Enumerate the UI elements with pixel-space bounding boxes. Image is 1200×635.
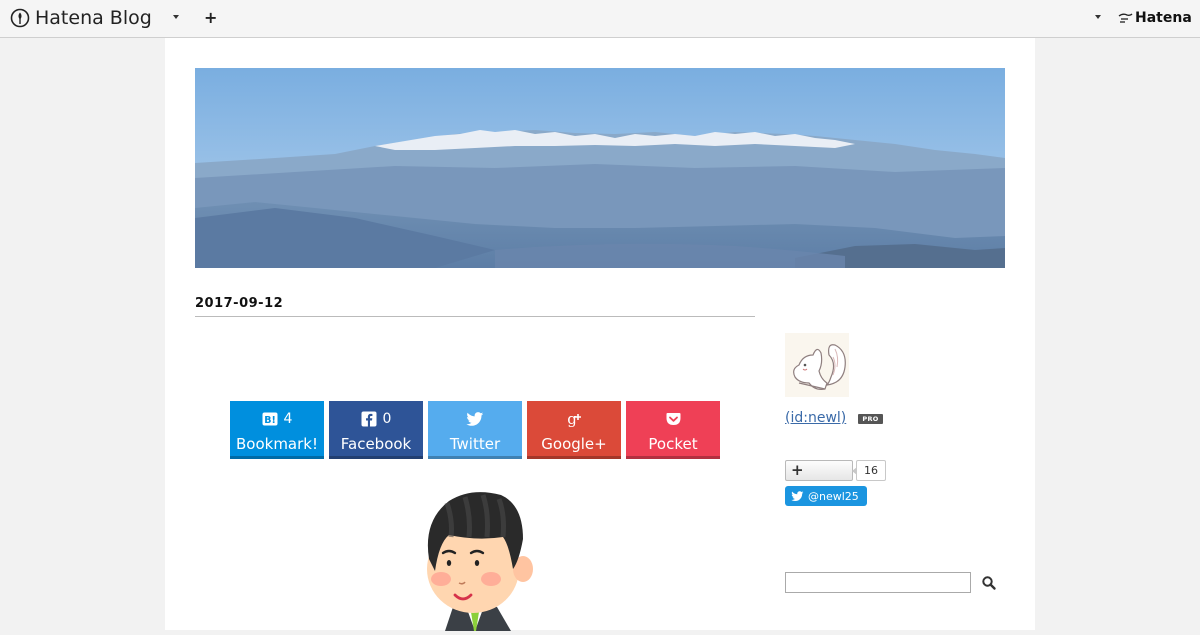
hatena-blog-icon [10,8,30,28]
svg-text:B!: B! [264,415,276,426]
share-buttons: B! 4 Bookmark! 0 Facebook Twitter g Goog… [230,401,720,459]
squirrel-icon [793,344,846,390]
pro-badge: PRO [858,414,883,424]
pocket-icon [666,413,680,425]
share-twitter-button[interactable]: Twitter [428,401,522,459]
share-facebook-button[interactable]: 0 Facebook [329,401,423,459]
google-plus-icon: g [567,411,581,427]
hatena-bookmark-icon: B! [262,412,278,426]
hatena-logo-text: Hatena [1135,10,1192,26]
svg-text:g: g [567,411,577,427]
facebook-label: Facebook [340,435,412,453]
twitter-follow-button[interactable]: @newl25 [785,486,867,506]
account-menu-chevron-down-icon[interactable] [1095,15,1101,19]
hatena-logo[interactable]: Hatena [1118,10,1192,26]
follow-button[interactable]: + [785,460,853,481]
profile-avatar[interactable] [785,333,849,397]
blog-page: 2017-09-12 B! 4 Bookmark! 0 Facebook Twi… [165,38,1035,631]
blog-header-image[interactable] [195,68,1005,268]
plus-icon: + [791,461,804,479]
facebook-icon [361,411,377,427]
share-google-plus-button[interactable]: g Google+ [527,401,621,459]
twitter-label: Twitter [449,435,501,453]
hatena-mark-icon [1118,13,1133,23]
share-hatena-bookmark-button[interactable]: B! 4 Bookmark! [230,401,324,459]
google-plus-label: Google+ [541,435,607,453]
global-header: Hatena Blog + Hatena [0,0,1200,38]
new-post-plus-icon[interactable]: + [204,9,217,27]
facebook-count: 0 [382,411,392,427]
businessman-image [427,492,533,631]
date-divider [195,316,755,317]
twitter-icon [466,411,484,426]
article-column: 2017-09-12 B! 4 Bookmark! 0 Facebook Twi… [195,296,755,631]
hatena-blog-logo[interactable]: Hatena Blog [10,7,152,29]
twitter-handle: @newl25 [808,489,859,503]
twitter-icon [791,490,804,501]
businessman-illustration [405,481,535,631]
bookmark-label: Bookmark! [235,435,318,453]
bookmark-count: 4 [283,411,293,427]
search-icon[interactable] [981,575,997,591]
mountain-panorama-image [195,68,1005,268]
pocket-label: Pocket [648,435,698,453]
profile-id-link[interactable]: (id:newl) [785,410,846,426]
article-date[interactable]: 2017-09-12 [195,296,755,311]
follower-count: 16 [852,460,886,481]
share-pocket-button[interactable]: Pocket [626,401,720,459]
brand-name: Hatena Blog [35,7,152,29]
search-input[interactable] [785,572,971,593]
blog-menu-chevron-down-icon[interactable] [173,15,179,19]
